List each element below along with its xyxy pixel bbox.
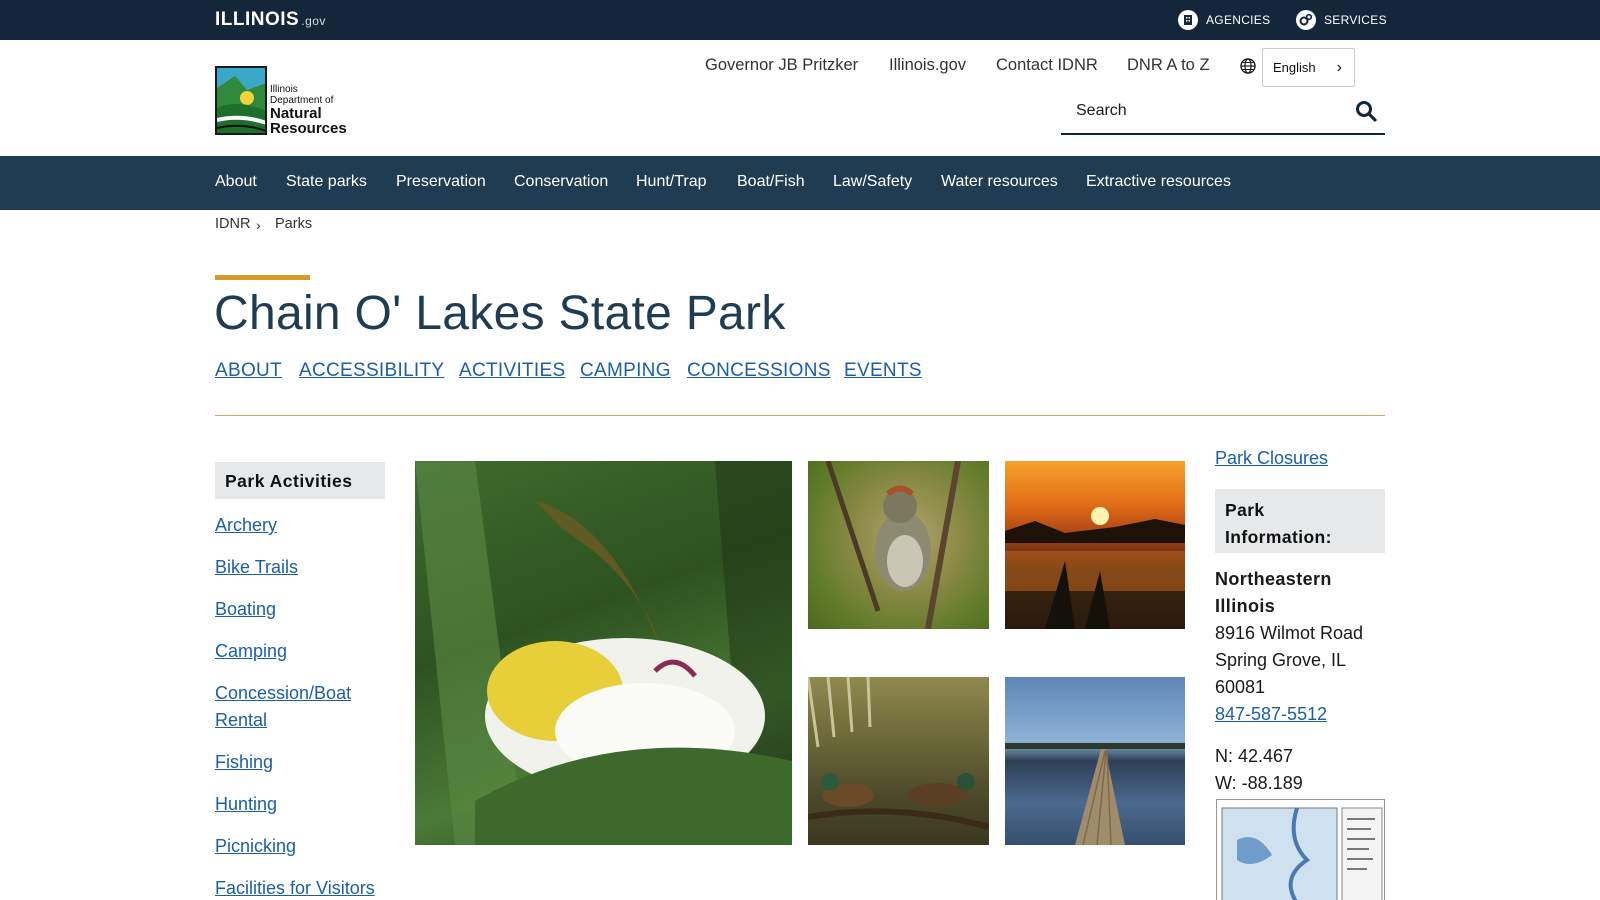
breadcrumb-idnr[interactable]: IDNR bbox=[215, 216, 250, 232]
park-region: Northeastern Illinois bbox=[1215, 569, 1332, 616]
idnr-logo-mark bbox=[215, 66, 267, 135]
nav-about[interactable]: About bbox=[215, 173, 257, 191]
title-accent-bar bbox=[215, 275, 310, 280]
sunset-photo[interactable] bbox=[1005, 461, 1185, 629]
dnr-a-to-z-link[interactable]: DNR A to Z bbox=[1127, 56, 1210, 76]
nav-preservation[interactable]: Preservation bbox=[396, 173, 486, 191]
contact-idnr-link[interactable]: Contact IDNR bbox=[996, 56, 1098, 76]
agencies-label: AGENCIES bbox=[1206, 13, 1271, 27]
governor-link[interactable]: Governor JB Pritzker bbox=[705, 56, 858, 76]
nav-boat-fish[interactable]: Boat/Fish bbox=[737, 173, 805, 191]
main-nav: About State parks Preservation Conservat… bbox=[0, 156, 1600, 210]
address-line-2: Spring Grove, IL bbox=[1215, 650, 1347, 670]
idnr-logo[interactable]: Illinois Department of Natural Resources bbox=[215, 66, 347, 137]
park-phone-link[interactable]: 847-587-5512 bbox=[1215, 701, 1390, 728]
page-title: Chain O' Lakes State Park bbox=[214, 287, 786, 340]
activity-hunting-link[interactable]: Hunting bbox=[215, 791, 277, 818]
nav-conservation[interactable]: Conservation bbox=[514, 173, 608, 191]
nav-water-resources[interactable]: Water resources bbox=[941, 173, 1058, 191]
activity-concession-link[interactable]: Concession/Boat Rental bbox=[215, 680, 375, 734]
gears-icon bbox=[1296, 10, 1316, 30]
nav-hunt-trap[interactable]: Hunt/Trap bbox=[636, 173, 707, 191]
nav-state-parks[interactable]: State parks bbox=[286, 173, 367, 191]
dock-photo[interactable] bbox=[1005, 677, 1185, 845]
section-divider bbox=[215, 415, 1385, 416]
park-closures-link[interactable]: Park Closures bbox=[1215, 448, 1328, 469]
activity-picnicking-link[interactable]: Picnicking bbox=[215, 833, 296, 860]
illinois-gov-link[interactable]: Illinois.gov bbox=[889, 56, 966, 76]
agencies-link[interactable]: AGENCIES bbox=[1178, 10, 1270, 30]
illinois-logo-text: ILLINOIS bbox=[215, 9, 300, 30]
longitude: W: -88.189 bbox=[1215, 773, 1303, 793]
breadcrumb-parks[interactable]: Parks bbox=[275, 216, 312, 232]
language-selector[interactable]: English › bbox=[1262, 48, 1355, 87]
search-box bbox=[1061, 92, 1385, 135]
subnav-activities[interactable]: ACTIVITIES bbox=[459, 360, 565, 382]
globe-icon bbox=[1240, 58, 1256, 79]
address-line-3: 60081 bbox=[1215, 677, 1266, 697]
top-bar: ILLINOIS .gov AGENCIES SERVICES bbox=[0, 0, 1600, 40]
breadcrumb-chevron-icon: › bbox=[256, 217, 261, 233]
services-link[interactable]: SERVICES bbox=[1296, 10, 1387, 30]
activity-facilities-link[interactable]: Facilities for Visitors bbox=[215, 875, 375, 900]
subnav-concessions[interactable]: CONCESSIONS bbox=[687, 360, 831, 382]
park-map-thumbnail[interactable] bbox=[1216, 799, 1385, 900]
building-icon bbox=[1178, 10, 1198, 30]
illinois-logo-suffix: .gov bbox=[301, 14, 326, 28]
search-icon[interactable] bbox=[1355, 100, 1377, 127]
latitude: N: 42.467 bbox=[1215, 746, 1294, 766]
subnav-camping[interactable]: CAMPING bbox=[580, 360, 671, 382]
activity-fishing-link[interactable]: Fishing bbox=[215, 749, 273, 776]
nav-law-safety[interactable]: Law/Safety bbox=[833, 173, 912, 191]
search-input[interactable] bbox=[1061, 92, 1321, 130]
activity-camping-link[interactable]: Camping bbox=[215, 638, 287, 665]
subnav-about[interactable]: ABOUT bbox=[215, 360, 282, 382]
park-coordinates: N: 42.467 W: -88.189 bbox=[1215, 743, 1390, 797]
illinois-gov-logo[interactable]: ILLINOIS .gov bbox=[215, 9, 326, 31]
park-address: 8916 Wilmot Road Spring Grove, IL 60081 bbox=[1215, 620, 1390, 701]
idnr-logo-text: Illinois Department of Natural Resources bbox=[270, 84, 347, 137]
nav-extractive-resources[interactable]: Extractive resources bbox=[1086, 173, 1231, 191]
subnav-accessibility[interactable]: ACCESSIBILITY bbox=[299, 360, 444, 382]
wood-ducks-photo[interactable] bbox=[808, 677, 989, 845]
services-label: SERVICES bbox=[1324, 13, 1387, 27]
address-line-1: 8916 Wilmot Road bbox=[1215, 623, 1364, 643]
language-value: English bbox=[1273, 60, 1316, 75]
park-activities-heading: Park Activities bbox=[215, 462, 385, 499]
bird-photo[interactable] bbox=[808, 461, 989, 629]
activity-bike-trails-link[interactable]: Bike Trails bbox=[215, 554, 298, 581]
park-information-heading: Park Information: bbox=[1215, 489, 1385, 553]
subnav-events[interactable]: EVENTS bbox=[844, 360, 922, 382]
chevron-right-icon: › bbox=[1336, 59, 1342, 76]
activity-boating-link[interactable]: Boating bbox=[215, 596, 276, 623]
activity-archery-link[interactable]: Archery bbox=[215, 512, 277, 539]
orchid-photo[interactable] bbox=[415, 461, 792, 845]
